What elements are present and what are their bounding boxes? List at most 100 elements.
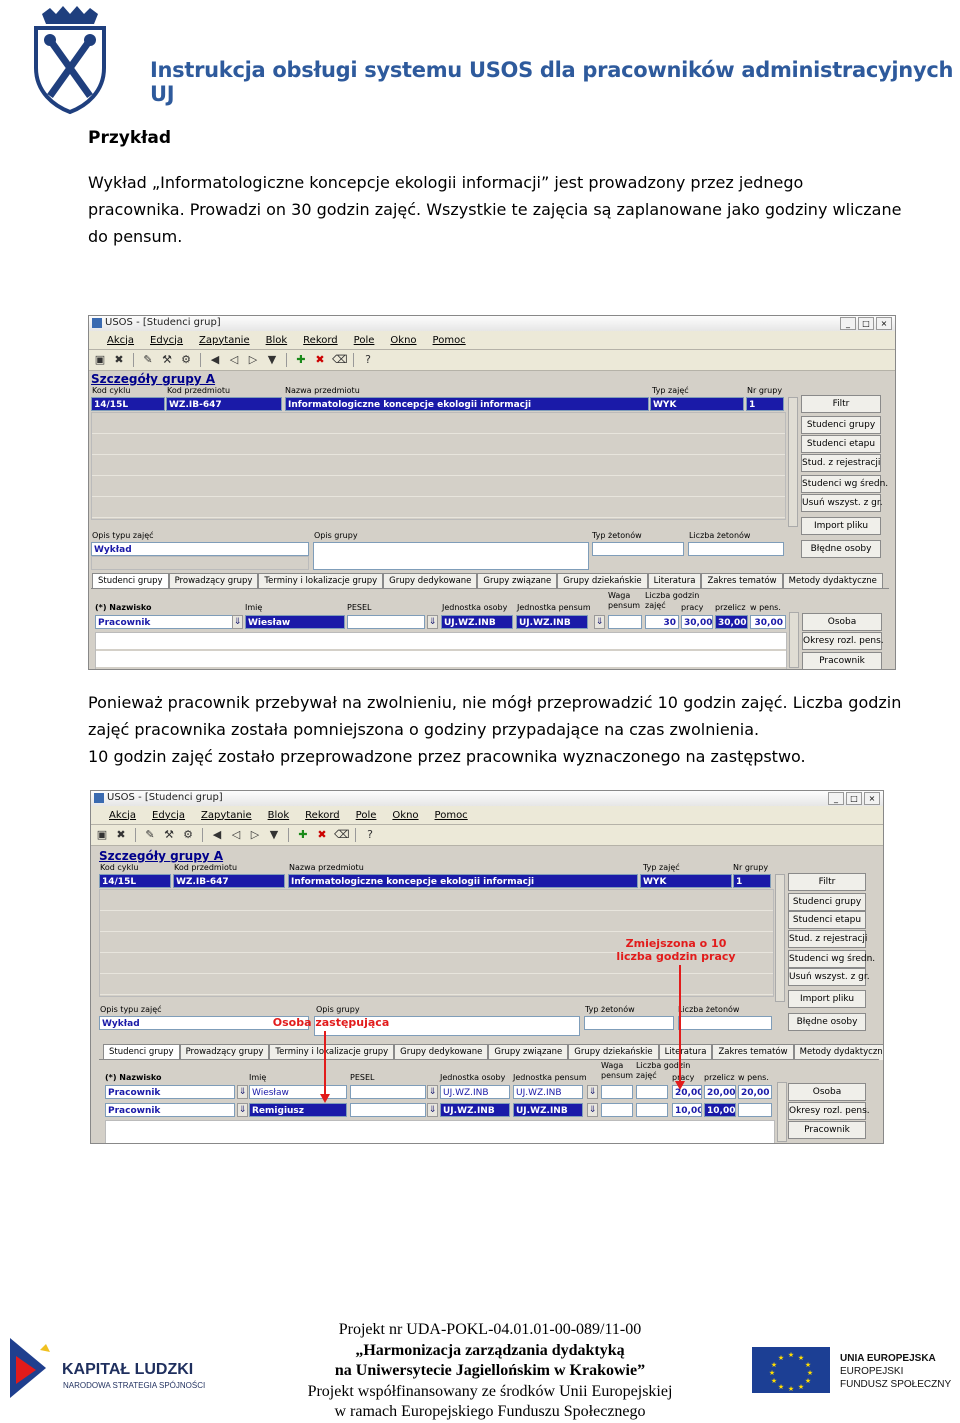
waga-pensum-field[interactable] bbox=[608, 615, 642, 629]
tab-grupy-zwiazane[interactable]: Grupy związane bbox=[488, 1044, 569, 1060]
menu-akcja[interactable]: Akcja bbox=[107, 335, 134, 346]
prev-block-icon[interactable]: ◀ bbox=[208, 353, 222, 367]
imie-field[interactable]: Wiesław bbox=[245, 615, 345, 629]
okresy-rozl-pens-button[interactable]: Okresy rozl. pens. bbox=[802, 632, 884, 650]
clear-icon[interactable]: ⌫ bbox=[332, 353, 348, 367]
query-icon[interactable]: ⚒ bbox=[162, 828, 176, 842]
groups-scrollbar[interactable] bbox=[788, 397, 798, 527]
kod-przedmiotu-field[interactable]: WZ.IB-647 bbox=[166, 397, 282, 411]
okresy-rozl-pens-button[interactable]: Okresy rozl. pens. bbox=[788, 1102, 870, 1120]
tab-grupy-zwiazane[interactable]: Grupy związane bbox=[477, 573, 558, 589]
bledne-osoby-button[interactable]: Błędne osoby bbox=[788, 1013, 866, 1031]
liczba-godzin-field[interactable] bbox=[636, 1103, 668, 1117]
typ-zetonow-field[interactable] bbox=[592, 542, 684, 556]
edit-icon[interactable]: ✎ bbox=[143, 828, 157, 842]
opis-typu-zajec-field[interactable]: Wykład bbox=[91, 542, 309, 556]
pesel-field[interactable] bbox=[350, 1085, 426, 1099]
przelicz-field[interactable]: 30,00 bbox=[715, 615, 748, 629]
query-icon[interactable]: ⚒ bbox=[160, 353, 174, 367]
w-pens-field[interactable]: 20,00 bbox=[738, 1085, 772, 1099]
nazwisko-field[interactable]: Pracownik bbox=[95, 615, 235, 629]
imie-field[interactable]: Remigiusz bbox=[249, 1103, 347, 1117]
studenci-wg-sredn-button[interactable]: Studenci wg średn. bbox=[788, 950, 875, 968]
import-pliku-button[interactable]: Import pliku bbox=[801, 517, 881, 535]
osoba-button[interactable]: Osoba bbox=[788, 1083, 866, 1101]
execute-icon[interactable]: ⚙ bbox=[179, 353, 193, 367]
osoba-button[interactable]: Osoba bbox=[802, 613, 882, 631]
kod-cyklu-field[interactable]: 14/15L bbox=[99, 874, 171, 888]
studenci-etapu-button[interactable]: Studenci etapu bbox=[788, 911, 866, 929]
bledne-osoby-button[interactable]: Błędne osoby bbox=[801, 540, 881, 558]
maximize-button[interactable]: □ bbox=[858, 317, 874, 330]
delete-record-icon[interactable]: ✖ bbox=[315, 828, 329, 842]
next-block-icon[interactable]: ▼ bbox=[267, 828, 281, 842]
tab-prowadzacy-grupy[interactable]: Prowadzący grupy bbox=[179, 1044, 270, 1060]
liczba-zetonow-field[interactable] bbox=[688, 542, 784, 556]
tab-grupy-dziekanskie[interactable]: Grupy dziekańskie bbox=[568, 1044, 659, 1060]
menu-blok[interactable]: Blok bbox=[266, 335, 288, 346]
lov-download-icon[interactable]: ⇓ bbox=[232, 615, 243, 629]
jednostka-osoby-field[interactable]: UJ.WZ.INB bbox=[440, 1103, 510, 1117]
nr-grupy-field[interactable]: 1 bbox=[733, 874, 771, 888]
prev-record-icon[interactable]: ◁ bbox=[229, 828, 243, 842]
nazwisko-field[interactable]: Pracownik bbox=[105, 1103, 235, 1117]
menu-pomoc[interactable]: Pomoc bbox=[435, 810, 468, 821]
tab-literatura[interactable]: Literatura bbox=[658, 1044, 713, 1060]
menu-pole[interactable]: Pole bbox=[354, 335, 375, 346]
lov-download-icon[interactable]: ⇓ bbox=[427, 1103, 438, 1117]
waga-pensum-field[interactable] bbox=[601, 1103, 633, 1117]
w-pens-field[interactable]: 30,00 bbox=[750, 615, 786, 629]
opis-grupy-field[interactable] bbox=[313, 542, 589, 570]
jednostka-pensum-field[interactable]: UJ.WZ.INB bbox=[513, 1085, 583, 1099]
menu-zapytanie[interactable]: Zapytanie bbox=[199, 335, 250, 346]
tab-terminy[interactable]: Terminy i lokalizacje grupy bbox=[258, 573, 384, 589]
menu-pomoc[interactable]: Pomoc bbox=[433, 335, 466, 346]
typ-zajec-field[interactable]: WYK bbox=[650, 397, 744, 411]
execute-icon[interactable]: ⚙ bbox=[181, 828, 195, 842]
minimize-button[interactable]: _ bbox=[840, 317, 856, 330]
jednostka-osoby-field[interactable]: UJ.WZ.INB bbox=[440, 1085, 510, 1099]
close-button[interactable]: × bbox=[864, 792, 880, 805]
studenci-grupy-button[interactable]: Studenci grupy bbox=[801, 416, 881, 434]
menu-okno[interactable]: Okno bbox=[392, 810, 418, 821]
pracownik-button[interactable]: Pracownik bbox=[788, 1121, 866, 1139]
help-icon[interactable]: ? bbox=[363, 828, 377, 842]
usun-wszyst-button[interactable]: Usuń wszyst. z gr. bbox=[788, 968, 870, 986]
staff-scrollbar[interactable] bbox=[777, 1082, 787, 1142]
nr-grupy-field[interactable]: 1 bbox=[746, 397, 784, 411]
help-icon[interactable]: ? bbox=[361, 353, 375, 367]
menu-rekord[interactable]: Rekord bbox=[303, 335, 338, 346]
nazwa-przedmiotu-field[interactable]: Informatologiczne koncepcje ekologii inf… bbox=[285, 397, 649, 411]
usun-wszyst-button[interactable]: Usuń wszyst. z gr. bbox=[801, 494, 883, 512]
tab-studenci-grupy[interactable]: Studenci grupy bbox=[92, 573, 169, 589]
menu-zapytanie[interactable]: Zapytanie bbox=[201, 810, 252, 821]
groups-scrollbar[interactable] bbox=[775, 874, 785, 1002]
delete-record-icon[interactable]: ✖ bbox=[313, 353, 327, 367]
lov-download-icon[interactable]: ⇓ bbox=[587, 1085, 598, 1099]
tab-literatura[interactable]: Literatura bbox=[647, 573, 702, 589]
import-pliku-button[interactable]: Import pliku bbox=[788, 990, 866, 1008]
exit-icon[interactable]: ✖ bbox=[114, 828, 128, 842]
lov-download-icon[interactable]: ⇓ bbox=[427, 615, 438, 629]
edit-icon[interactable]: ✎ bbox=[141, 353, 155, 367]
insert-record-icon[interactable]: ✚ bbox=[294, 353, 308, 367]
minimize-button[interactable]: _ bbox=[828, 792, 844, 805]
studenci-wg-sredn-button[interactable]: Studenci wg średn. bbox=[801, 475, 888, 493]
menu-akcja[interactable]: Akcja bbox=[109, 810, 136, 821]
tab-studenci-grupy[interactable]: Studenci grupy bbox=[103, 1044, 180, 1060]
pracownik-button[interactable]: Pracownik bbox=[802, 652, 882, 669]
liczba-godzin-field[interactable] bbox=[636, 1085, 668, 1099]
kod-przedmiotu-field[interactable]: WZ.IB-647 bbox=[173, 874, 285, 888]
clear-icon[interactable]: ⌫ bbox=[334, 828, 350, 842]
menu-edycja[interactable]: Edycja bbox=[152, 810, 185, 821]
close-button[interactable]: × bbox=[876, 317, 892, 330]
tab-grupy-dziekanskie[interactable]: Grupy dziekańskie bbox=[557, 573, 648, 589]
menu-edycja[interactable]: Edycja bbox=[150, 335, 183, 346]
studenci-grupy-button[interactable]: Studenci grupy bbox=[788, 893, 866, 911]
jednostka-osoby-field[interactable]: UJ.WZ.INB bbox=[441, 615, 513, 629]
menu-rekord[interactable]: Rekord bbox=[305, 810, 340, 821]
stud-z-rejestracji-button[interactable]: Stud. z rejestracji bbox=[801, 454, 881, 472]
typ-zajec-field[interactable]: WYK bbox=[640, 874, 732, 888]
maximize-button[interactable]: □ bbox=[846, 792, 862, 805]
waga-pensum-field[interactable] bbox=[601, 1085, 633, 1099]
